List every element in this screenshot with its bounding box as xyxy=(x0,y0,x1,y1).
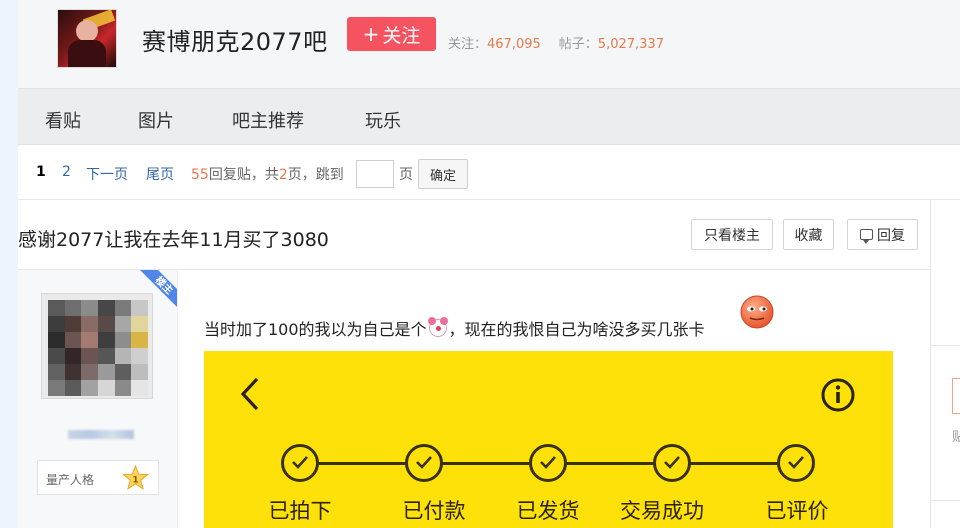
tab-recommended[interactable]: 吧主推荐 xyxy=(232,107,304,133)
followers-label: 关注： xyxy=(448,37,488,52)
posts-count: 5,027,337 xyxy=(597,37,664,52)
check-icon xyxy=(292,456,308,469)
step-label-2: 已付款 xyxy=(402,499,466,523)
thread-title-bar: 感谢2077让我在去年11月买了3080 只看楼主 收藏 回复 xyxy=(18,200,930,270)
right-sidebar-box[interactable] xyxy=(952,378,960,414)
reply-button[interactable]: 回复 xyxy=(847,219,918,250)
only-op-button[interactable]: 只看楼主 xyxy=(691,219,773,250)
page-unit-label: 页 xyxy=(399,167,413,183)
step-circle-4 xyxy=(653,444,691,482)
level-title: 量产人格 xyxy=(46,473,95,487)
step-label-3: 已发货 xyxy=(516,499,580,523)
pagination: 1 2 下一页 尾页 55回复贴，共2页，跳到 页 确定 xyxy=(18,145,960,200)
check-icon xyxy=(416,456,432,469)
forum-name[interactable]: 赛博朋克2077吧 xyxy=(142,22,328,57)
step-label-4: 交易成功 xyxy=(620,499,704,523)
thread-title: 感谢2077让我在去年11月买了3080 xyxy=(18,229,329,251)
reply-icon xyxy=(860,229,873,244)
check-icon xyxy=(788,456,804,469)
step-circle-3 xyxy=(529,444,567,482)
right-divider xyxy=(930,345,960,346)
jump-page-input[interactable] xyxy=(356,160,394,188)
plus-icon: + xyxy=(362,22,380,46)
right-sidebar xyxy=(930,200,960,528)
face-emoji-icon xyxy=(740,295,774,329)
op-badge-ribbon xyxy=(140,270,177,307)
right-divider-2 xyxy=(930,500,960,501)
post-content: 当时加了100的我以为自己是个 ，现在的我恨自己为啥没多买几张卡 已拍下 已付款… xyxy=(178,270,930,528)
back-arrow-icon xyxy=(240,377,259,411)
order-screenshot[interactable]: 已拍下 已付款 已发货 交易成功 已评价 xyxy=(204,351,893,528)
tab-threads[interactable]: 看贴 xyxy=(45,107,81,133)
level-number: 1 xyxy=(132,476,138,486)
reply-summary: 55回复贴，共2页，跳到 xyxy=(191,167,344,183)
post-text-part2: ，现在的我恨自己为啥没多买几张卡 xyxy=(448,320,705,339)
followers-count: 467,095 xyxy=(487,37,541,52)
star-level-icon: 1 xyxy=(122,465,149,490)
next-page-link[interactable]: 下一页 xyxy=(86,164,128,184)
author-panel: 楼主 量产人格 1 xyxy=(18,270,178,528)
step-circle-5 xyxy=(777,444,815,482)
page-1: 1 xyxy=(36,164,46,180)
reply-count: 55 xyxy=(191,167,209,183)
confirm-button[interactable]: 确定 xyxy=(418,159,468,189)
clown-emoji-icon xyxy=(427,317,447,337)
forum-header: 赛博朋克2077吧 + 关注 关注：467,095 帖子：5,027,337 xyxy=(18,0,960,88)
tab-images[interactable]: 图片 xyxy=(138,107,174,133)
step-label-5: 已评价 xyxy=(765,499,829,523)
step-label-1: 已拍下 xyxy=(268,499,332,523)
check-icon xyxy=(664,456,680,469)
username[interactable] xyxy=(68,430,134,439)
follow-button[interactable]: + 关注 xyxy=(347,17,436,51)
tab-fun[interactable]: 玩乐 xyxy=(365,107,401,133)
favorite-button[interactable]: 收藏 xyxy=(783,219,834,250)
step-circle-1 xyxy=(281,444,319,482)
step-circle-2 xyxy=(405,444,443,482)
forum-nav: 看贴 图片 吧主推荐 玩乐 xyxy=(18,88,960,145)
right-sidebar-text: 贴 xyxy=(952,430,960,445)
left-stripe xyxy=(0,0,18,528)
total-pages: 2 xyxy=(278,167,288,183)
post-text: 当时加了100的我以为自己是个 ，现在的我恨自己为啥没多买几张卡 xyxy=(204,316,705,340)
op-badge xyxy=(134,270,177,316)
reply-label: 回复 xyxy=(877,227,905,244)
forum-avatar[interactable] xyxy=(57,9,117,68)
last-page-link[interactable]: 尾页 xyxy=(146,164,174,184)
check-icon xyxy=(540,456,556,469)
forum-stats: 关注：467,095 帖子：5,027,337 xyxy=(448,33,664,52)
info-icon xyxy=(821,378,855,412)
follow-label: 关注 xyxy=(382,24,421,47)
page-2[interactable]: 2 xyxy=(62,164,71,180)
user-level[interactable]: 量产人格 1 xyxy=(37,460,159,495)
post-text-part1: 当时加了100的我以为自己是个 xyxy=(204,320,427,339)
posts-label: 帖子： xyxy=(558,37,598,52)
